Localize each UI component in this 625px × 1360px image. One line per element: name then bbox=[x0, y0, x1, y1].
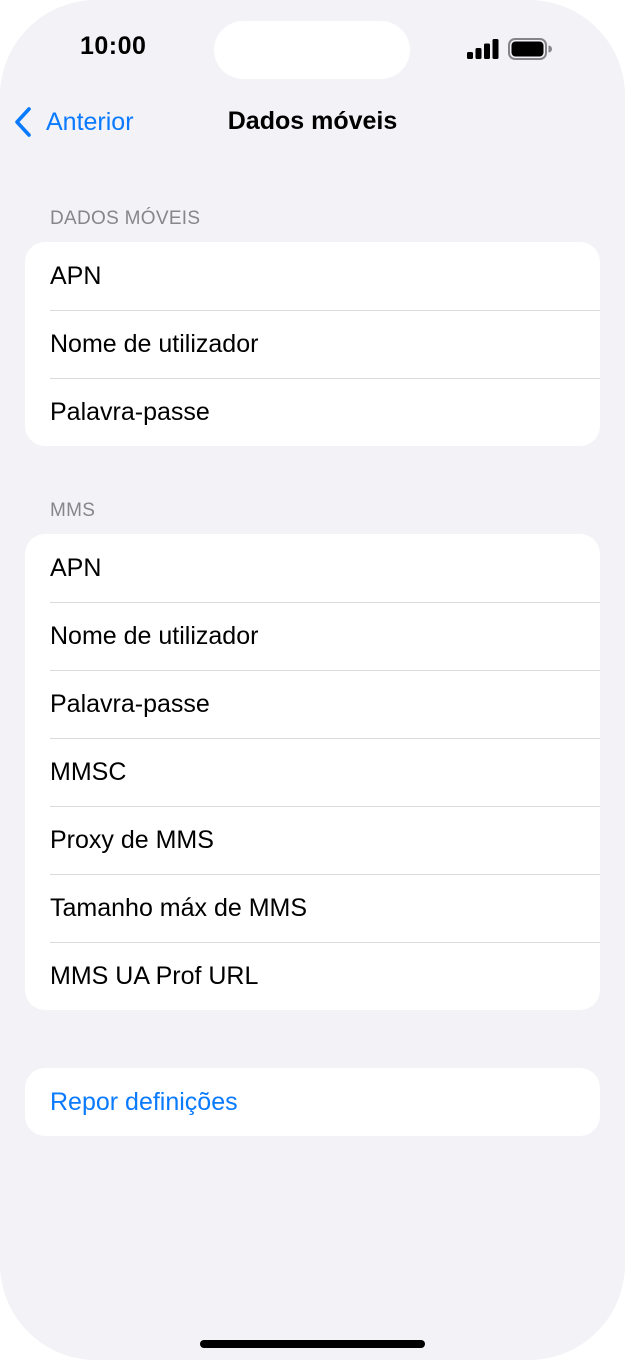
phone-screen: 10:00 Dados móveis Anterior DADOS MÓVEIS… bbox=[0, 0, 625, 1360]
status-time: 10:00 bbox=[80, 32, 147, 60]
mobile-data-password-row[interactable]: Palavra-passe bbox=[25, 378, 600, 446]
mmsc-row[interactable]: MMSC bbox=[25, 738, 600, 806]
mms-password-row[interactable]: Palavra-passe bbox=[25, 670, 600, 738]
reset-group: Repor definições bbox=[25, 1068, 600, 1136]
back-button-label: Anterior bbox=[46, 107, 134, 136]
mms-group: APN Nome de utilizador Palavra-passe MMS… bbox=[25, 534, 600, 1010]
mms-ua-prof-url-row[interactable]: MMS UA Prof URL bbox=[25, 942, 600, 1010]
section-header-mms: MMS bbox=[50, 500, 96, 521]
navigation-bar: Dados móveis Anterior bbox=[0, 92, 625, 152]
dynamic-island bbox=[214, 21, 410, 79]
home-indicator[interactable] bbox=[200, 1340, 425, 1348]
cellular-signal-icon bbox=[467, 39, 499, 59]
mobile-data-group: APN Nome de utilizador Palavra-passe bbox=[25, 242, 600, 446]
mobile-data-apn-row[interactable]: APN bbox=[25, 242, 600, 310]
reset-settings-button[interactable]: Repor definições bbox=[25, 1068, 600, 1136]
mms-apn-row[interactable]: APN bbox=[25, 534, 600, 602]
chevron-left-icon bbox=[15, 107, 31, 137]
status-bar: 10:00 bbox=[0, 0, 625, 100]
mms-max-size-row[interactable]: Tamanho máx de MMS bbox=[25, 874, 600, 942]
mms-proxy-row[interactable]: Proxy de MMS bbox=[25, 806, 600, 874]
battery-full-icon bbox=[508, 38, 552, 60]
back-button[interactable]: Anterior bbox=[12, 104, 134, 140]
mms-username-row[interactable]: Nome de utilizador bbox=[25, 602, 600, 670]
mobile-data-username-row[interactable]: Nome de utilizador bbox=[25, 310, 600, 378]
section-header-mobile-data: DADOS MÓVEIS bbox=[50, 208, 201, 229]
